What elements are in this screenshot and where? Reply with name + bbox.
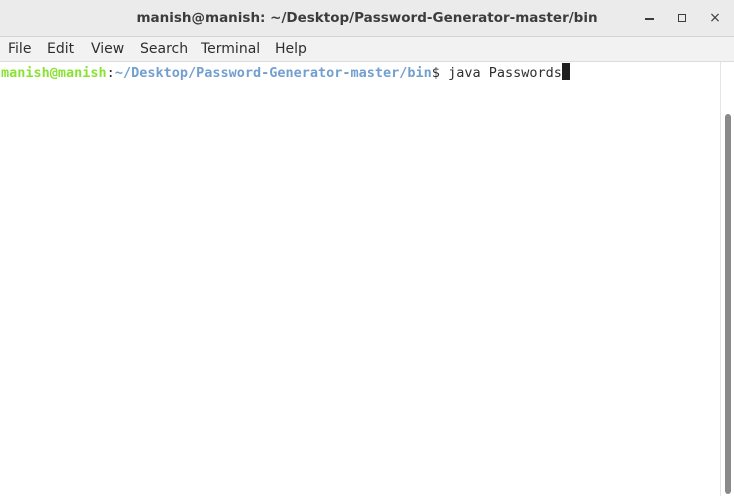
maximize-icon — [678, 13, 686, 22]
menu-file[interactable]: File — [8, 37, 31, 62]
menu-view[interactable]: View — [91, 37, 124, 62]
menu-search[interactable]: Search — [140, 37, 188, 62]
menu-terminal[interactable]: Terminal — [201, 37, 260, 62]
prompt-symbol: $ — [431, 65, 449, 81]
minimize-button[interactable] — [637, 7, 661, 29]
terminal-window: manish@manish: ~/Desktop/Password-Genera… — [0, 0, 734, 496]
menu-edit[interactable]: Edit — [47, 37, 74, 62]
scrollbar[interactable] — [720, 62, 734, 496]
close-icon: × — [709, 10, 721, 26]
minimize-icon — [644, 18, 654, 20]
prompt-line: manish@manish:~/Desktop/Password-Generat… — [1, 63, 570, 83]
prompt-path: ~/Desktop/Password-Generator-master/bin — [114, 65, 432, 81]
menu-help[interactable]: Help — [275, 37, 307, 62]
prompt-colon: : — [106, 65, 115, 81]
title-bar[interactable]: manish@manish: ~/Desktop/Password-Genera… — [0, 0, 734, 37]
menu-bar: File Edit View Search Terminal Help — [0, 37, 734, 62]
maximize-button[interactable] — [670, 7, 694, 29]
close-button[interactable]: × — [703, 7, 727, 29]
terminal-area[interactable]: manish@manish:~/Desktop/Password-Generat… — [0, 62, 720, 496]
window-title: manish@manish: ~/Desktop/Password-Genera… — [136, 10, 598, 26]
command-text: java Passwords — [448, 65, 562, 81]
text-cursor — [561, 63, 570, 80]
scrollbar-thumb[interactable] — [725, 114, 731, 494]
prompt-user-host: manish@manish — [1, 65, 107, 81]
